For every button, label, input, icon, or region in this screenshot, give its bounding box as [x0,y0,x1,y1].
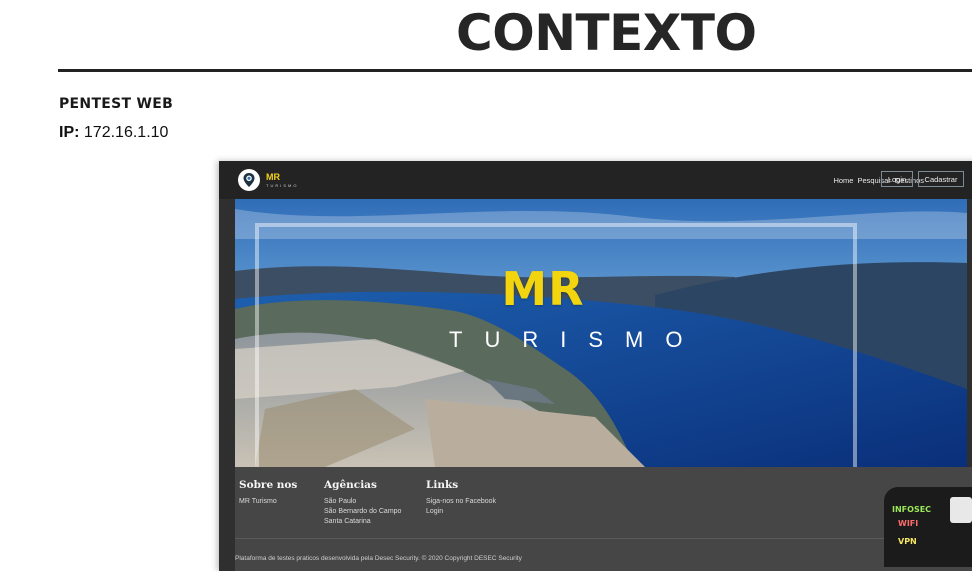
slide-subtitle: PENTEST WEB [59,96,174,112]
footer-divider [235,538,972,539]
nav-home[interactable]: Home [833,176,853,185]
webcam-label-infosec: INFOSEC [892,505,932,514]
logo-subtitle: TURISMO [266,183,299,188]
ip-label: IP: [59,124,80,141]
webcam-overlay: INFOSEC WIFI VPN [884,487,972,567]
footer-agencias-title: Agências [324,479,377,491]
footer-link-santa-catarina[interactable]: Santa Catarina [324,518,371,525]
copyright-text: Plataforma de testes praticos desenvolvi… [235,555,522,562]
signup-button[interactable]: Cadastrar [918,171,964,187]
logo-pin-icon[interactable] [238,169,260,191]
hero-subtitle: TURISMO [449,327,705,352]
footer-link-sao-bernardo[interactable]: São Bernardo do Campo [324,508,401,515]
footer-links-title: Links [426,479,459,491]
site-header: MR TURISMO Home Pesquisar Destinos Login… [219,161,972,199]
webcam-label-vpn: VPN [898,537,917,546]
ip-value: 172.16.1.10 [83,124,169,141]
footer-sobre-title: Sobre nos [239,479,298,491]
ip-line: IP: 172.16.1.10 [59,124,168,142]
footer-link-facebook[interactable]: Siga-nos no Facebook [426,498,496,505]
footer-link-login[interactable]: Login [426,508,443,515]
hero-banner: MR TURISMO [235,199,967,467]
hero-title: MR [501,262,585,316]
login-button[interactable]: Login [881,171,913,187]
website-screenshot: MR TURISMO Home Pesquisar Destinos Login… [219,161,972,571]
footer-link-mr-turismo[interactable]: MR Turismo [239,498,277,505]
slide-title: CONTEXTO [456,4,757,62]
title-divider [58,69,972,72]
site-footer: Sobre nos MR Turismo Agências São Paulo … [235,467,972,571]
mug-icon [950,497,972,523]
footer-link-sao-paulo[interactable]: São Paulo [324,498,356,505]
logo-title[interactable]: MR [266,172,280,182]
webcam-label-wifi: WIFI [898,519,919,528]
